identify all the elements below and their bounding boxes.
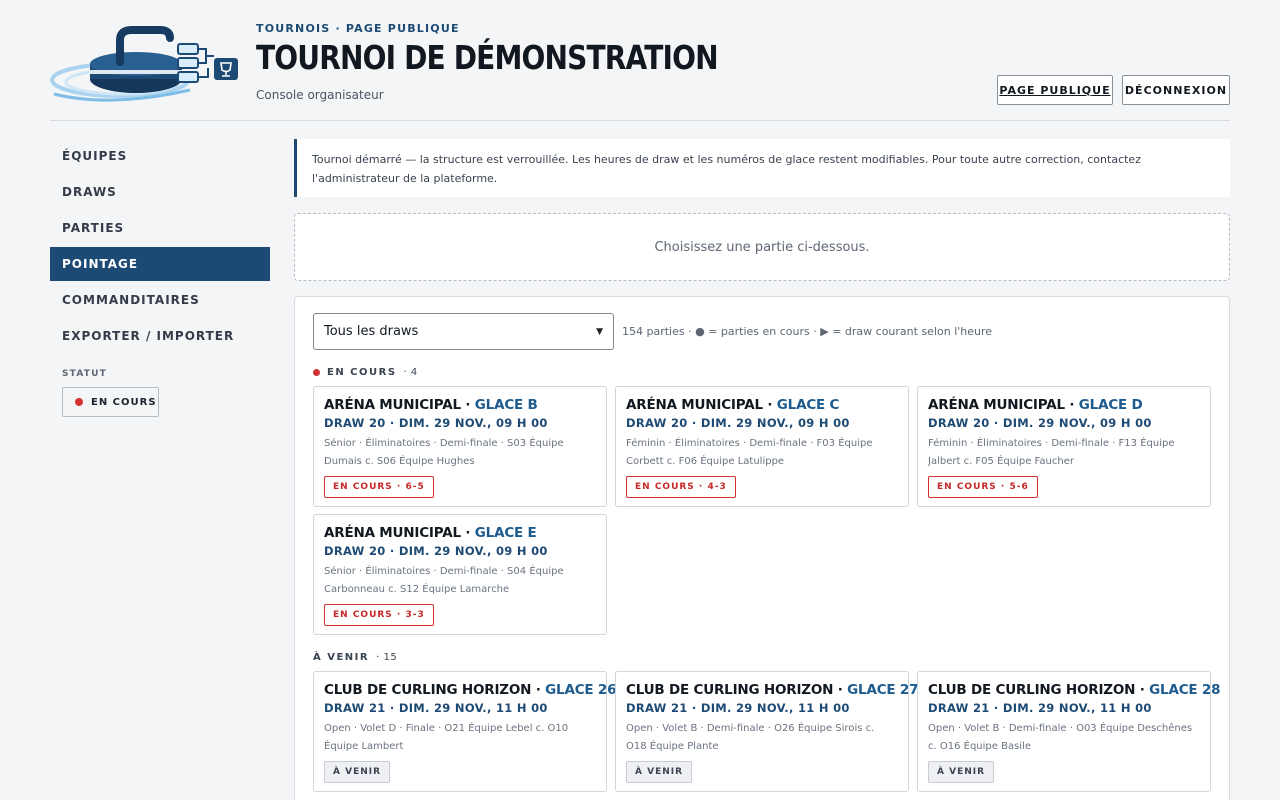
venue-name: ARÉNA MUNICIPAL ·: [324, 525, 475, 541]
locked-structure-notice: Tournoi démarré — la structure est verro…: [294, 139, 1230, 197]
sidebar-item-equipes[interactable]: ÉQUIPES: [50, 139, 270, 173]
page-title: TOURNOI DE DÉMONSTRATION: [256, 38, 719, 77]
game-draw: DRAW 20 · DIM. 29 NOV., 09 H 00: [928, 416, 1152, 430]
game-status-badge: EN COURS · 4-3: [626, 476, 736, 498]
game-status-badge: EN COURS · 5-6: [928, 476, 1038, 498]
draw-filter-value: Tous les draws: [324, 324, 419, 339]
live-section-header: EN COURS · 4: [313, 367, 418, 378]
game-description: Sénior · Éliminatoires · Demi-finale · S…: [324, 566, 564, 595]
sidebar-item-parties[interactable]: PARTIES: [50, 211, 270, 245]
curling-stone-logo-icon: [50, 26, 238, 102]
status-label: STATUT: [62, 369, 107, 379]
game-card[interactable]: CLUB DE CURLING HORIZON · GLACE 28 DRAW …: [917, 671, 1221, 792]
game-description: Open · Volet B · Demi-finale · O03 Équip…: [928, 723, 1193, 752]
game-venue: ARÉNA MUNICIPAL · GLACE B: [324, 397, 596, 413]
game-status-badge: EN COURS · 3-3: [324, 604, 434, 626]
venue-name: CLUB DE CURLING HORIZON ·: [324, 682, 546, 698]
ice-name: GLACE B: [474, 397, 538, 413]
venue-name: ARÉNA MUNICIPAL ·: [928, 397, 1079, 413]
sidebar-item-draws[interactable]: DRAWS: [50, 175, 270, 209]
upcoming-section-header: À VENIR · 15: [313, 652, 397, 663]
upcoming-section-label: À VENIR: [313, 652, 370, 663]
game-description: Open · Volet D · Finale · O21 Équipe Leb…: [324, 723, 569, 752]
games-legend: 154 parties · ● = parties en cours · ▶ =…: [622, 325, 993, 338]
venue-name: ARÉNA MUNICIPAL ·: [324, 397, 475, 413]
sidebar-item-commanditaires[interactable]: COMMANDITAIRES: [50, 283, 270, 317]
game-status-badge: À VENIR: [324, 761, 391, 783]
ice-name: GLACE E: [474, 525, 537, 541]
game-status-badge: À VENIR: [626, 761, 693, 783]
sidebar-item-pointage[interactable]: POINTAGE: [50, 247, 270, 281]
game-description: Open · Volet B · Demi-finale · O26 Équip…: [626, 723, 875, 752]
games-panel: Tous les draws ▼ 154 parties · ● = parti…: [294, 296, 1230, 800]
game-draw: DRAW 20 · DIM. 29 NOV., 09 H 00: [626, 416, 850, 430]
logout-button[interactable]: DÉCONNEXION: [1122, 75, 1230, 105]
score-entry-placeholder: Choisissez une partie ci-dessous.: [294, 213, 1230, 281]
game-venue: CLUB DE CURLING HORIZON · GLACE 26: [324, 682, 617, 698]
status-badge: EN COURS: [62, 387, 159, 417]
ice-name: GLACE 28: [1149, 682, 1221, 698]
live-section-label: EN COURS: [327, 367, 397, 378]
game-description: Féminin · Éliminatoires · Demi-finale · …: [928, 438, 1175, 467]
sidebar-item-exporter-importer[interactable]: EXPORTER / IMPORTER: [50, 319, 270, 353]
venue-name: CLUB DE CURLING HORIZON ·: [626, 682, 848, 698]
live-dot-icon: [313, 369, 320, 376]
ice-name: GLACE 26: [545, 682, 617, 698]
game-venue: CLUB DE CURLING HORIZON · GLACE 27: [626, 682, 919, 698]
ice-name: GLACE C: [776, 397, 840, 413]
game-venue: ARÉNA MUNICIPAL · GLACE D: [928, 397, 1200, 413]
game-draw: DRAW 21 · DIM. 29 NOV., 11 H 00: [324, 701, 548, 715]
game-card[interactable]: ARÉNA MUNICIPAL · GLACE E DRAW 20 · DIM.…: [313, 514, 607, 635]
game-draw: DRAW 21 · DIM. 29 NOV., 11 H 00: [626, 701, 850, 715]
game-card[interactable]: ARÉNA MUNICIPAL · GLACE B DRAW 20 · DIM.…: [313, 386, 607, 507]
game-venue: ARÉNA MUNICIPAL · GLACE C: [626, 397, 898, 413]
game-description: Sénior · Éliminatoires · Demi-finale · S…: [324, 438, 564, 467]
public-page-button[interactable]: PAGE PUBLIQUE: [997, 75, 1113, 105]
sidebar-nav: ÉQUIPES DRAWS PARTIES POINTAGE COMMANDIT…: [50, 139, 270, 417]
draw-filter-select[interactable]: Tous les draws ▼: [313, 313, 614, 350]
game-status-badge: À VENIR: [928, 761, 995, 783]
live-dot-icon: [75, 398, 83, 406]
ice-name: GLACE D: [1078, 397, 1143, 413]
game-card[interactable]: ARÉNA MUNICIPAL · GLACE C DRAW 20 · DIM.…: [615, 386, 909, 507]
game-status-badge: EN COURS · 6-5: [324, 476, 434, 498]
status-badge-label: EN COURS: [91, 396, 157, 408]
page-header: TOURNOIS · PAGE PUBLIQUE TOURNOI DE DÉMO…: [50, 0, 1230, 121]
game-venue: CLUB DE CURLING HORIZON · GLACE 28: [928, 682, 1221, 698]
venue-name: ARÉNA MUNICIPAL ·: [626, 397, 777, 413]
page-subtitle: Console organisateur: [256, 88, 384, 102]
game-card[interactable]: CLUB DE CURLING HORIZON · GLACE 27 DRAW …: [615, 671, 919, 792]
game-draw: DRAW 21 · DIM. 29 NOV., 11 H 00: [928, 701, 1152, 715]
game-description: Féminin · Éliminatoires · Demi-finale · …: [626, 438, 873, 467]
ice-name: GLACE 27: [847, 682, 919, 698]
game-venue: ARÉNA MUNICIPAL · GLACE E: [324, 525, 596, 541]
venue-name: CLUB DE CURLING HORIZON ·: [928, 682, 1150, 698]
breadcrumb[interactable]: TOURNOIS · PAGE PUBLIQUE: [256, 22, 460, 35]
upcoming-section-count: · 15: [376, 652, 398, 663]
game-card[interactable]: CLUB DE CURLING HORIZON · GLACE 26 DRAW …: [313, 671, 617, 792]
game-draw: DRAW 20 · DIM. 29 NOV., 09 H 00: [324, 544, 548, 558]
live-section-count: · 4: [403, 367, 418, 378]
game-draw: DRAW 20 · DIM. 29 NOV., 09 H 00: [324, 416, 548, 430]
chevron-down-icon: ▼: [596, 326, 603, 337]
game-card[interactable]: ARÉNA MUNICIPAL · GLACE D DRAW 20 · DIM.…: [917, 386, 1211, 507]
